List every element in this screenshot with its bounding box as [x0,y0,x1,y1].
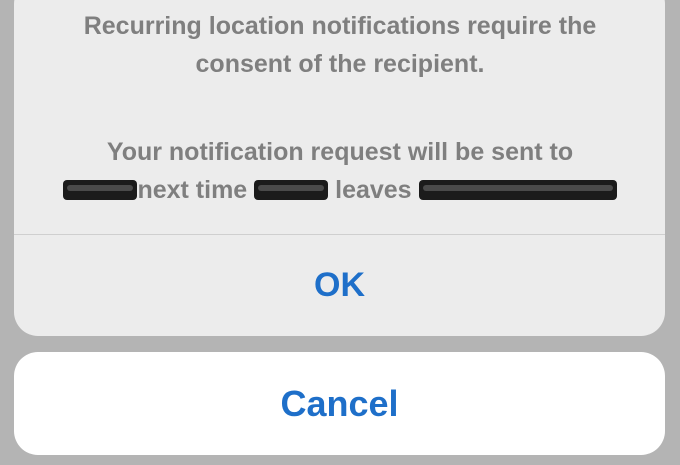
ok-button-label: OK [314,266,365,304]
request-message-line-2: next time leaves [30,171,650,209]
consent-message-line-2: consent of the recipient. [195,50,485,78]
consent-message: Recurring location notifications require… [30,7,650,83]
next-time-text: next time [137,176,248,204]
request-message: Your notification request will be sent t… [30,133,650,209]
redacted-recipient-name [63,180,138,200]
alert-message: Recurring location notifications require… [14,0,665,234]
redacted-location [418,180,617,200]
ok-button[interactable]: OK [14,235,665,336]
cancel-button[interactable]: Cancel [14,352,665,455]
leaves-text: leaves [335,176,412,204]
cancel-button-label: Cancel [280,382,399,424]
request-message-line-1: Your notification request will be sent t… [106,138,574,166]
consent-message-line-1: Recurring location notifications require… [83,12,597,40]
alert-dialog: Recurring location notifications require… [14,0,665,336]
redacted-recipient-pronoun [254,180,329,200]
